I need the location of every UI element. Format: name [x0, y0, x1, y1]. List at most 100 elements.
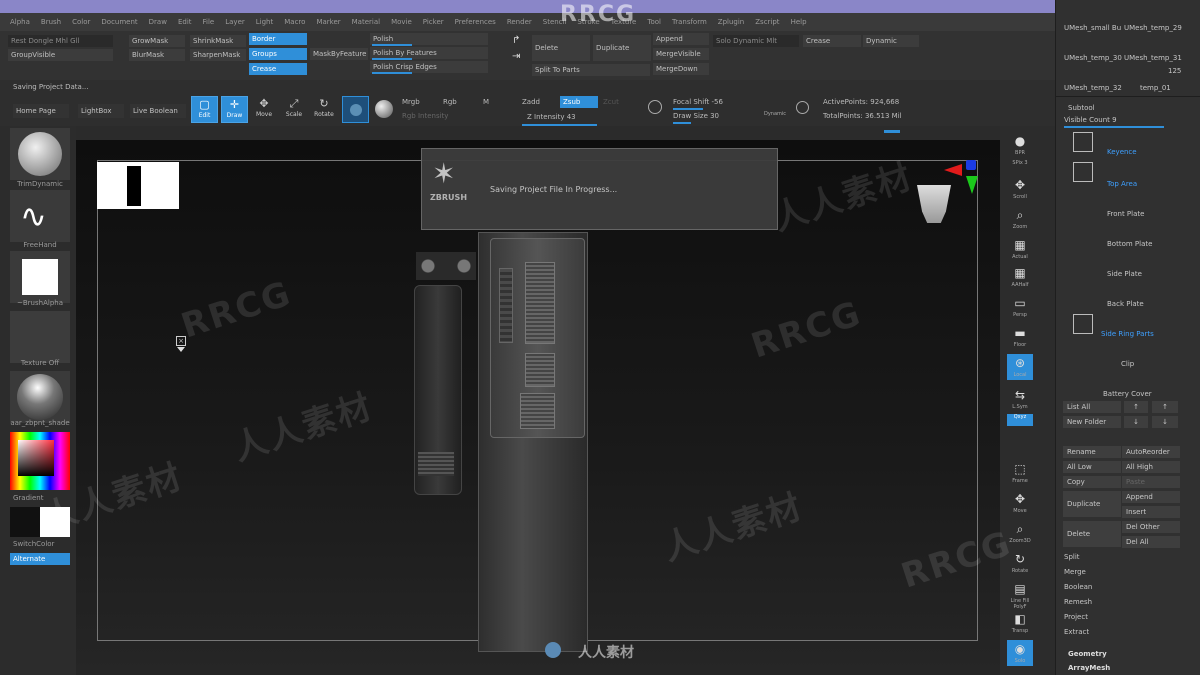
remesh-submenu[interactable]: Remesh — [1064, 598, 1092, 606]
solo-dynamic-button[interactable]: Solo Dynamic Mlt — [713, 35, 799, 47]
menu-document[interactable]: Document — [101, 18, 137, 26]
qxyz-button[interactable]: Qxyz — [1007, 414, 1033, 426]
subtool-item[interactable]: Keyence — [1065, 130, 1190, 158]
boolean-submenu[interactable]: Boolean — [1064, 583, 1092, 591]
mesh-thumb-3[interactable]: UMesh_temp_30 — [1064, 54, 1122, 62]
extract-submenu[interactable]: Extract — [1064, 628, 1089, 636]
lightbox-button[interactable]: LightBox — [78, 104, 124, 118]
mask-by-feature-button[interactable]: MaskByFeature — [310, 48, 368, 60]
alternate-button[interactable]: Alternate — [10, 553, 70, 565]
append-button[interactable]: Append — [653, 33, 709, 45]
dynamic-button[interactable]: Dynamic — [863, 35, 919, 47]
subtool-item[interactable]: Clip — [1065, 350, 1190, 378]
arrow-up-icon[interactable]: ↑ — [1124, 401, 1148, 413]
merge-submenu[interactable]: Merge — [1064, 568, 1086, 576]
subtool-item[interactable]: Bottom Plate — [1065, 230, 1190, 258]
live-boolean-button[interactable]: Live Boolean — [130, 104, 186, 118]
mesh-thumb-4[interactable]: UMesh_temp_31 — [1124, 54, 1182, 62]
project-submenu[interactable]: Project — [1064, 613, 1088, 621]
rgb-intensity-slider[interactable]: Rgb Intensity — [402, 112, 448, 120]
shrink-mask-button[interactable]: ShrinkMask — [190, 35, 246, 47]
focal-shift-slider[interactable]: Focal Shift -56 — [673, 98, 723, 106]
rgb-toggle[interactable]: Rgb — [443, 98, 457, 106]
list-all-button[interactable]: List All — [1063, 401, 1121, 413]
navigator-thumbnail[interactable] — [97, 162, 179, 209]
split-to-parts-button[interactable]: Split To Parts — [532, 64, 650, 76]
menu-color[interactable]: Color — [72, 18, 90, 26]
scale-mode-button[interactable]: ⤢ Scale — [282, 96, 306, 123]
polyf-button[interactable]: ▤ Line Fill PolyF — [1007, 580, 1033, 610]
spix-button[interactable]: SPix 3 — [1007, 160, 1033, 172]
move-button[interactable]: ✥ Move — [1007, 490, 1033, 516]
arrow-up-icon[interactable]: ↑ — [1152, 401, 1178, 413]
menu-transform[interactable]: Transform — [672, 18, 707, 26]
move-down-icon[interactable]: ↓ — [1124, 416, 1148, 428]
blur-mask-button[interactable]: BlurMask — [129, 49, 185, 61]
actual-button[interactable]: ▦ Actual — [1007, 236, 1033, 262]
m-toggle[interactable]: M — [483, 98, 489, 106]
home-page-button[interactable]: Home Page — [13, 104, 69, 118]
menu-file[interactable]: File — [203, 18, 215, 26]
mesh-thumb-1[interactable]: UMesh_small Bu — [1064, 24, 1121, 32]
del-all-button[interactable]: Del All — [1122, 536, 1180, 548]
color-square[interactable] — [18, 440, 54, 476]
transp-button[interactable]: ◧ Transp — [1007, 610, 1033, 636]
border-button[interactable]: Border — [249, 33, 307, 45]
local-button[interactable]: ⊛ Local — [1007, 354, 1033, 380]
duplicate-button[interactable]: Duplicate — [593, 35, 651, 61]
subtool-item[interactable]: Front Plate — [1065, 200, 1190, 228]
menu-picker[interactable]: Picker — [423, 18, 444, 26]
bpr-button[interactable]: ● BPR — [1007, 132, 1033, 158]
menu-help[interactable]: Help — [791, 18, 807, 26]
all-low-button[interactable]: All Low — [1063, 461, 1121, 473]
del-other-button[interactable]: Del Other — [1122, 521, 1180, 533]
crease-toggle-button[interactable]: Crease — [249, 63, 307, 75]
subtool-item[interactable]: Side Plate — [1065, 260, 1190, 288]
merge-down-button[interactable]: MergeDown — [653, 63, 709, 75]
groups-button[interactable]: Groups — [249, 48, 307, 60]
grow-mask-button[interactable]: GrowMask — [129, 35, 185, 47]
persp-button[interactable]: ▭ Persp — [1007, 294, 1033, 320]
draw-size-icon[interactable] — [796, 101, 809, 114]
menu-tool[interactable]: Tool — [647, 18, 661, 26]
autoreorder-button[interactable]: AutoReorder — [1122, 446, 1180, 458]
delete-subtool-button[interactable]: Delete — [1063, 521, 1121, 547]
menu-zplugin[interactable]: Zplugin — [718, 18, 744, 26]
split-submenu[interactable]: Split — [1064, 553, 1080, 561]
aahalf-button[interactable]: ▦ AAHalf — [1007, 264, 1033, 290]
rotate-mode-button[interactable]: ↻ Rotate — [312, 96, 336, 123]
crease-button[interactable]: Crease — [803, 35, 861, 47]
rename-button[interactable]: Rename — [1063, 446, 1121, 458]
menu-render[interactable]: Render — [507, 18, 532, 26]
insert-subtool-button[interactable]: Insert — [1122, 506, 1180, 518]
menu-edit[interactable]: Edit — [178, 18, 192, 26]
floor-button[interactable]: ▬ Floor — [1007, 324, 1033, 350]
mesh-thumb-6[interactable]: temp_01 — [1140, 84, 1171, 92]
material-tile[interactable] — [10, 371, 70, 423]
new-folder-button[interactable]: New Folder — [1063, 416, 1121, 428]
sphere-material-button[interactable] — [342, 96, 369, 123]
arrow-split-icon[interactable]: ⇥ — [512, 51, 520, 62]
all-high-button[interactable]: All High — [1122, 461, 1180, 473]
menu-light[interactable]: Light — [256, 18, 273, 26]
duplicate-subtool-button[interactable]: Duplicate — [1063, 491, 1121, 517]
dynamic-label[interactable]: Dynamic — [764, 111, 786, 117]
edit-mode-button[interactable]: ▢ Edit — [191, 96, 218, 123]
zcut-toggle[interactable]: Zcut — [603, 98, 619, 106]
delete-button[interactable]: Delete — [532, 35, 590, 61]
move-bottom-icon[interactable]: ↓ — [1152, 416, 1178, 428]
group-visible-button[interactable]: GroupVisible — [8, 49, 113, 61]
zoom3d-button[interactable]: ⌕ Zoom3D — [1007, 520, 1033, 546]
menu-brush[interactable]: Brush — [41, 18, 61, 26]
menu-macro[interactable]: Macro — [284, 18, 305, 26]
paste-button[interactable]: Paste — [1122, 476, 1180, 488]
z-intensity-slider[interactable]: Z Intensity 43 — [527, 113, 576, 121]
move-mode-button[interactable]: ✥ Move — [252, 96, 276, 123]
menu-zscript[interactable]: Zscript — [755, 18, 779, 26]
draw-size-slider[interactable]: Draw Size 30 — [673, 112, 719, 120]
menu-layer[interactable]: Layer — [225, 18, 245, 26]
menu-material[interactable]: Material — [352, 18, 380, 26]
menu-preferences[interactable]: Preferences — [455, 18, 496, 26]
zsub-toggle[interactable]: Zsub — [560, 96, 598, 108]
rest-dongle-button[interactable]: Rest Dongle Mhl Gll — [8, 35, 113, 47]
